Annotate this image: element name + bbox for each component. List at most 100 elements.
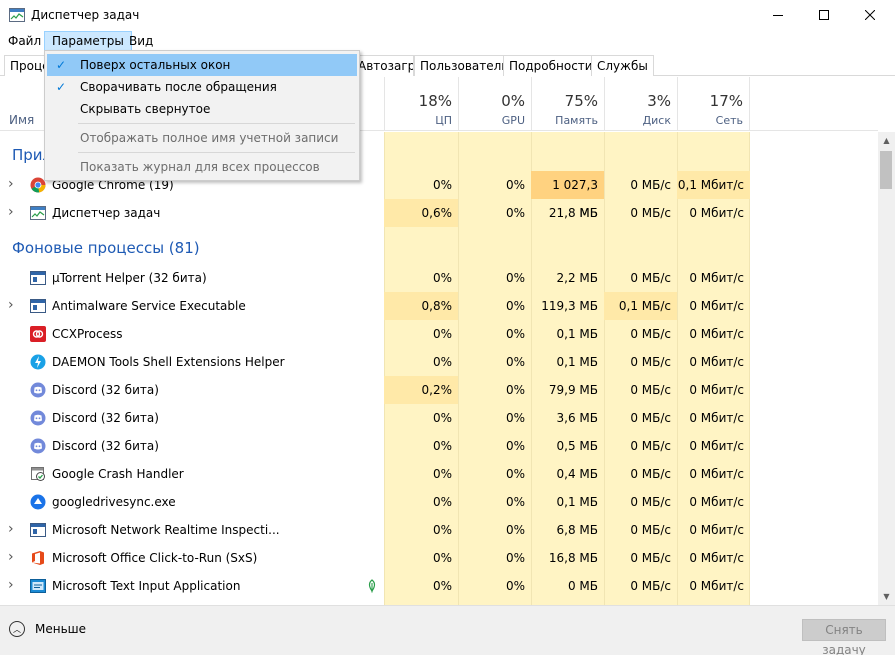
cell-disk: 0 МБ/с <box>630 467 671 481</box>
cell-mem: 3,6 МБ <box>556 411 598 425</box>
process-row[interactable]: µTorrent Helper (32 бита) 0% 0% 2,2 МБ 0 МБ/… <box>0 264 878 292</box>
scroll-thumb[interactable] <box>880 151 892 189</box>
vertical-scrollbar[interactable]: ▲ ▼ <box>878 132 895 605</box>
cell-cpu: 0% <box>432 271 452 285</box>
menu-item-hide-minimized[interactable]: Скрывать свернутое <box>47 98 357 120</box>
menu-view[interactable]: Вид <box>122 31 160 51</box>
scroll-up-arrow-icon[interactable]: ▲ <box>878 132 895 149</box>
cell-cpu: 0% <box>432 467 452 481</box>
header-network-pct: 17% <box>709 92 743 110</box>
less-details-label: Меньше <box>35 622 87 636</box>
cell-net: 0 Мбит/с <box>689 495 744 509</box>
cell-net: 0 Мбит/с <box>689 271 744 285</box>
cell-cpu: 0% <box>432 355 452 369</box>
process-row[interactable]: Discord (32 бита) 0% 0% 0,5 МБ 0 МБ/с 0 Мбит/… <box>0 432 878 460</box>
header-cpu[interactable]: 18% ЦП <box>384 77 458 131</box>
chevron-right-icon[interactable]: › <box>8 549 14 565</box>
tab-startup[interactable]: Автозагрузка <box>357 55 414 76</box>
process-row[interactable]: Google Crash Handler 0% 0% 0,4 МБ 0 МБ/с 0 Мб… <box>0 460 878 488</box>
cell-gpu: 0% <box>505 439 525 453</box>
text-input-icon <box>30 578 46 594</box>
process-row[interactable]: DAEMON Tools Shell Extensions Helper 0% 0%… <box>0 348 878 376</box>
cell-net: 0 Мбит/с <box>689 439 744 453</box>
close-button[interactable] <box>847 0 893 30</box>
process-row[interactable]: Discord (32 бита) 0% 0% 3,6 МБ 0 МБ/с 0 Мбит/… <box>0 404 878 432</box>
chevron-right-icon[interactable]: › <box>8 204 14 220</box>
process-row[interactable]: Discord (32 бита) 0,2% 0% 79,9 МБ 0 МБ/с 0 Мб… <box>0 376 878 404</box>
header-gpu-label: GPU <box>501 114 525 127</box>
process-row[interactable]: › Microsoft Text Input Application 0% 0% 0 М… <box>0 572 878 600</box>
cell-mem: 0,1 МБ <box>556 495 598 509</box>
header-gpu-pct: 0% <box>501 92 525 110</box>
process-row[interactable]: › Диспетчер задач 0,6% 0% 21,8 МБ 0 МБ/с 0 Мби… <box>0 199 878 227</box>
cell-disk: 0 МБ/с <box>630 551 671 565</box>
process-list: Приложения (2) Фоновые процессы (81) ›Go… <box>0 132 878 605</box>
header-disk-label: Диск <box>642 114 671 127</box>
process-name: Antimalware Service Executable <box>52 299 246 313</box>
process-row[interactable]: › Microsoft Network Realtime Inspecti... 0… <box>0 516 878 544</box>
discord-icon <box>30 438 46 454</box>
header-cpu-pct: 18% <box>418 92 452 110</box>
process-name: Discord (32 бита) <box>52 411 159 425</box>
menu-item-show-history-all[interactable]: Показать журнал для всех процессов <box>47 156 357 178</box>
process-row[interactable]: › Antimalware Service Executable 0,8% 0% 119… <box>0 292 878 320</box>
cell-disk: 0 МБ/с <box>630 206 671 220</box>
header-disk[interactable]: 3% Диск <box>604 77 677 131</box>
end-task-button[interactable]: Снять задачу <box>802 619 886 655</box>
cell-mem: 0,5 МБ <box>556 439 598 453</box>
cell-gpu: 0% <box>505 271 525 285</box>
cell-net: 0 Мбит/с <box>689 551 744 565</box>
cell-gpu: 0% <box>505 551 525 565</box>
cell-gpu: 0% <box>505 327 525 341</box>
process-name: Microsoft Text Input Application <box>52 579 241 593</box>
menu-item-always-on-top[interactable]: ✓ Поверх остальных окон <box>47 54 357 76</box>
menu-item-label: Показать журнал для всех процессов <box>80 160 320 174</box>
maximize-button[interactable] <box>801 0 847 30</box>
cell-net: 0 Мбит/с <box>689 355 744 369</box>
process-row[interactable]: googledrivesync.exe 0% 0% 0,1 МБ 0 МБ/с 0 Мби… <box>0 488 878 516</box>
tab-details[interactable]: Подробности <box>503 55 599 76</box>
chevron-right-icon[interactable]: › <box>8 297 14 313</box>
adobe-cc-icon <box>30 326 46 342</box>
chevron-right-icon[interactable]: › <box>8 577 14 593</box>
header-name[interactable]: Имя <box>9 113 34 127</box>
menu-params[interactable]: Параметры <box>44 31 132 51</box>
process-name: DAEMON Tools Shell Extensions Helper <box>52 355 285 369</box>
office-icon <box>30 550 46 566</box>
header-cpu-label: ЦП <box>435 114 452 127</box>
menu-item-show-full-account-name[interactable]: Отображать полное имя учетной записи <box>47 127 357 149</box>
cell-cpu: 0% <box>432 439 452 453</box>
chevron-right-icon[interactable]: › <box>8 521 14 537</box>
menu-item-minimize-on-use[interactable]: ✓ Сворачивать после обращения <box>47 76 357 98</box>
menu-item-label: Поверх остальных окон <box>80 58 231 72</box>
tab-users[interactable]: Пользователи <box>414 55 516 76</box>
chevron-right-icon[interactable]: › <box>8 176 14 192</box>
tab-services[interactable]: Службы <box>591 55 654 76</box>
cell-disk: 0 МБ/с <box>630 271 671 285</box>
cell-net: 0 Мбит/с <box>689 206 744 220</box>
header-gpu[interactable]: 0% GPU <box>458 77 531 131</box>
process-name: Google Crash Handler <box>52 467 184 481</box>
close-icon <box>865 10 875 20</box>
process-name: CCXProcess <box>52 327 123 341</box>
cell-mem: 0,4 МБ <box>556 467 598 481</box>
menu-separator <box>78 152 355 153</box>
process-row[interactable]: CCXProcess 0% 0% 0,1 МБ 0 МБ/с 0 Мбит/с <box>0 320 878 348</box>
less-details-button[interactable]: ︿ Меньше <box>9 621 86 637</box>
header-network[interactable]: 17% Сеть <box>677 77 750 131</box>
cell-gpu: 0% <box>505 579 525 593</box>
menu-file[interactable]: Файл <box>1 31 48 51</box>
cell-disk: 0,1 МБ/с <box>604 292 677 320</box>
cell-cpu: 0% <box>432 327 452 341</box>
cell-disk: 0 МБ/с <box>630 439 671 453</box>
cell-cpu: 0% <box>432 551 452 565</box>
cell-disk: 0 МБ/с <box>630 355 671 369</box>
crash-handler-icon <box>30 466 46 482</box>
cell-gpu: 0% <box>505 467 525 481</box>
cell-net: 0 Мбит/с <box>689 579 744 593</box>
process-row[interactable]: › Microsoft Office Click-to-Run (SxS) 0% 0%… <box>0 544 878 572</box>
header-memory[interactable]: 75% Память <box>531 77 604 131</box>
scroll-down-arrow-icon[interactable]: ▼ <box>878 588 895 605</box>
minimize-button[interactable] <box>755 0 801 30</box>
menu-bar: Файл Параметры Вид <box>0 31 895 51</box>
